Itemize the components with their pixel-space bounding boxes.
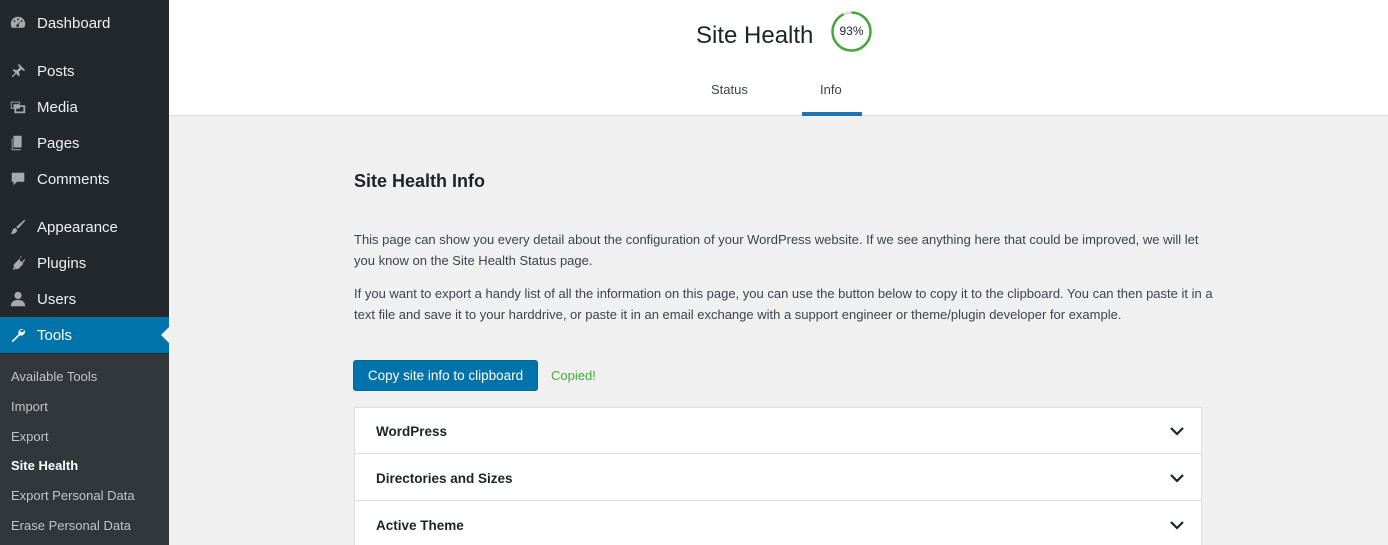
- active-tab-indicator: [802, 112, 862, 116]
- submenu-erase-personal-data[interactable]: Erase Personal Data: [11, 518, 131, 533]
- menu-item-plugins[interactable]: Plugins: [0, 245, 169, 281]
- chevron-down-icon: [1169, 517, 1185, 533]
- accordion-row-directories[interactable]: Directories and Sizes: [355, 455, 1201, 501]
- menu-item-users[interactable]: Users: [0, 281, 169, 317]
- menu-label: Users: [37, 290, 77, 308]
- menu-item-tools[interactable]: Tools: [0, 317, 169, 353]
- admin-sidebar: Dashboard Posts Media Pages Comments App…: [0, 0, 169, 545]
- menu-label: Comments: [37, 170, 110, 188]
- accordion-label: WordPress: [376, 424, 448, 439]
- export-paragraph: If you want to export a handy list of al…: [354, 286, 1213, 322]
- brush-icon: [8, 217, 28, 237]
- wrench-icon: [8, 325, 28, 345]
- chevron-down-icon: [1169, 423, 1185, 439]
- submenu-export[interactable]: Export: [11, 429, 49, 444]
- chevron-down-icon: [1169, 470, 1185, 486]
- plugin-icon: [8, 253, 28, 273]
- menu-label: Media: [37, 98, 78, 116]
- tools-submenu: Available Tools Import Export Site Healt…: [0, 354, 169, 545]
- site-health-header: Site Health 93% Status Info: [169, 0, 1388, 116]
- submenu-site-health[interactable]: Site Health: [11, 458, 78, 473]
- tab-status[interactable]: Status: [711, 82, 748, 97]
- comment-icon: [8, 169, 28, 189]
- site-info-accordion: WordPress Directories and Sizes Active T…: [354, 407, 1202, 545]
- menu-label: Tools: [37, 326, 73, 344]
- submenu-available-tools[interactable]: Available Tools: [11, 369, 97, 384]
- accordion-row-wordpress[interactable]: WordPress: [355, 408, 1201, 454]
- user-icon: [8, 289, 28, 309]
- pages-icon: [8, 133, 28, 153]
- menu-label: Appearance: [37, 218, 118, 236]
- menu-label: Posts: [37, 62, 75, 80]
- copied-confirmation: Copied!: [551, 368, 596, 383]
- menu-item-posts[interactable]: Posts: [0, 53, 169, 89]
- pin-icon: [8, 61, 28, 81]
- tab-info[interactable]: Info: [820, 82, 842, 97]
- health-score-indicator: 93%: [830, 10, 873, 53]
- health-score-value: 93%: [839, 24, 864, 38]
- accordion-label: Directories and Sizes: [376, 471, 513, 486]
- accordion-row-active-theme[interactable]: Active Theme: [355, 502, 1201, 545]
- submenu-import[interactable]: Import: [11, 399, 48, 414]
- menu-item-pages[interactable]: Pages: [0, 125, 169, 161]
- menu-item-comments[interactable]: Comments: [0, 161, 169, 197]
- menu-item-dashboard[interactable]: Dashboard: [0, 5, 169, 41]
- copy-site-info-button[interactable]: Copy site info to clipboard: [353, 360, 538, 391]
- intro-paragraph: This page can show you every detail abou…: [354, 232, 1199, 268]
- submenu-export-personal-data[interactable]: Export Personal Data: [11, 488, 135, 503]
- menu-label: Pages: [37, 134, 80, 152]
- accordion-label: Active Theme: [376, 518, 464, 533]
- dashboard-icon: [8, 13, 28, 33]
- page-title: Site Health: [696, 22, 814, 49]
- media-icon: [8, 97, 28, 117]
- menu-label: Dashboard: [37, 14, 111, 32]
- section-title: Site Health Info: [354, 171, 486, 191]
- menu-item-media[interactable]: Media: [0, 89, 169, 125]
- menu-label: Plugins: [37, 254, 87, 272]
- menu-item-appearance[interactable]: Appearance: [0, 209, 169, 245]
